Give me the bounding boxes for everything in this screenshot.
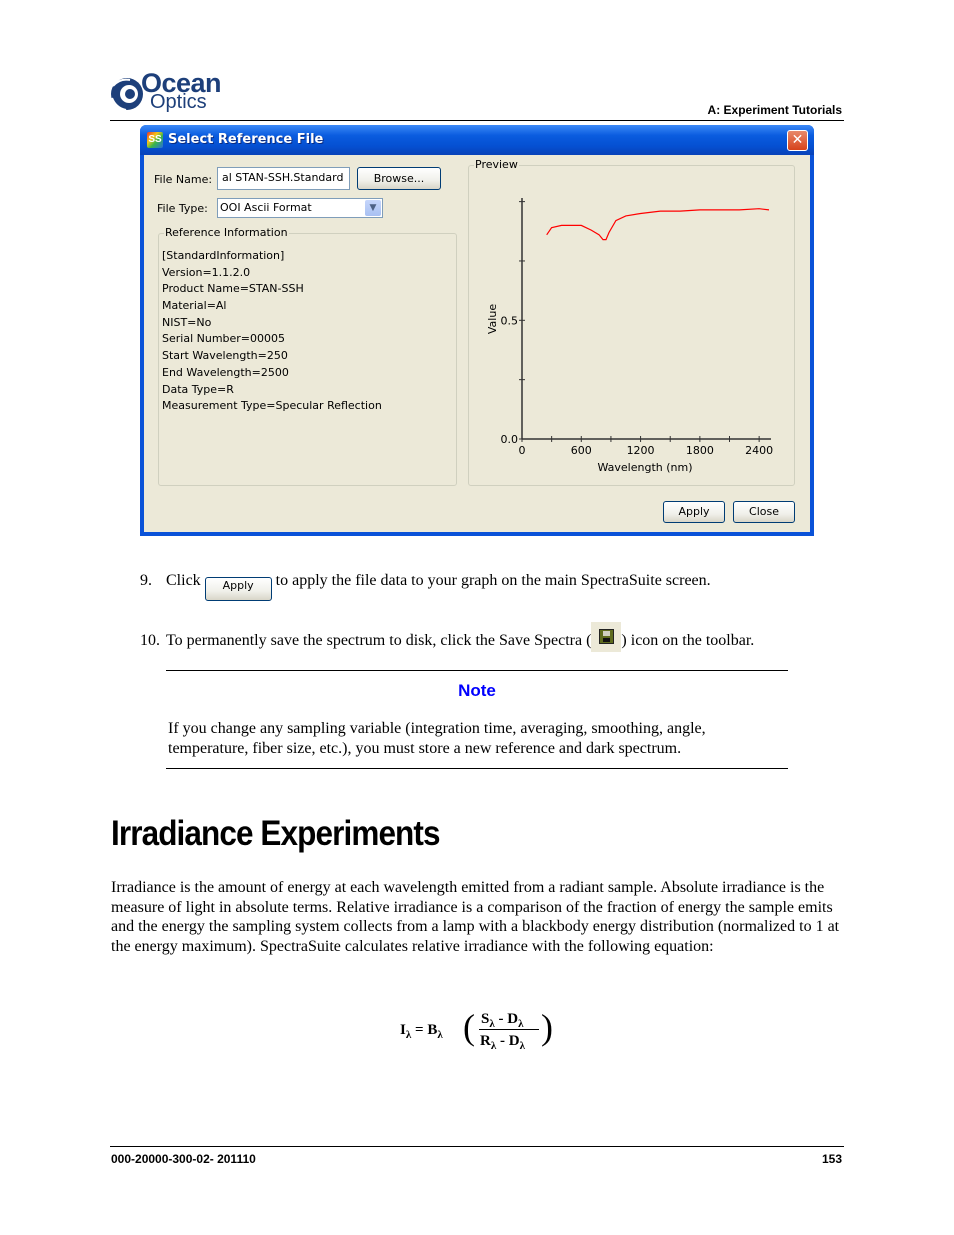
y-axis-label: Value <box>486 304 499 334</box>
step-number: 10. <box>140 632 160 649</box>
file-type-select[interactable]: OOI Ascii Format ▼ <box>217 198 383 218</box>
dialog-client-area: File Name: al STAN-SSH.Standard Browse..… <box>144 155 810 532</box>
note-bottom-rule <box>166 768 788 769</box>
ocean-optics-logo: Ocean Optics <box>110 68 230 116</box>
x-tick-label: 1800 <box>686 444 714 457</box>
x-tick-label: 1200 <box>627 444 655 457</box>
logo-swirl-icon <box>111 78 143 111</box>
preview-group: Preview 0 600 1200 1800 2400 0.0 0.5 Waveleng… <box>468 158 795 486</box>
spectrasuite-app-icon: SS <box>147 132 163 148</box>
preview-chart: 0 600 1200 1800 2400 0.00.5 Wavelength (nm) … <box>486 198 773 474</box>
close-icon[interactable]: ✕ <box>787 130 808 151</box>
x-tick-label: 0 <box>519 444 526 457</box>
select-reference-file-dialog: SS Select Reference File ✕ File Name: al… <box>140 125 814 536</box>
section-paragraph: Irradiance is the amount of energy at ea… <box>111 879 840 955</box>
file-name-field[interactable]: al STAN-SSH.Standard <box>217 167 350 190</box>
equation-lhs: Iλ = Bλ <box>400 1022 443 1041</box>
equation-numerator: Sλ - Dλ <box>481 1011 524 1030</box>
equation-denominator: Rλ - Dλ <box>480 1033 525 1052</box>
reference-info-line: [StandardInformation] <box>162 249 285 262</box>
series-line-reference <box>546 208 770 241</box>
step-10: 10. To permanently save the spectrum to … <box>140 622 754 652</box>
close-button[interactable]: Close <box>733 501 795 523</box>
browse-button[interactable]: Browse... <box>357 167 441 190</box>
section-heading: Irradiance Experiments <box>111 814 441 853</box>
dialog-titlebar[interactable]: SS Select Reference File ✕ <box>140 125 814 155</box>
section-header: A: Experiment Tutorials <box>707 103 842 117</box>
reference-information-group: Reference Information [StandardInformati… <box>158 226 457 486</box>
chevron-down-icon[interactable]: ▼ <box>365 200 381 216</box>
page-number: 153 <box>821 1152 842 1166</box>
document-number: 000-20000-300-02- 201110 <box>111 1152 256 1166</box>
right-paren: ) <box>541 1007 553 1047</box>
step-number: 9. <box>140 572 152 589</box>
file-name-label: File Name: <box>154 173 213 186</box>
reference-info-line: Measurement Type=Specular Reflection <box>162 399 382 413</box>
x-tick-label: 600 <box>571 444 592 457</box>
note-body: If you change any sampling variable (int… <box>168 720 706 757</box>
header-divider <box>110 120 844 121</box>
left-paren: ( <box>463 1007 475 1047</box>
step-text-before: Click <box>166 572 201 589</box>
save-spectra-icon <box>591 622 622 652</box>
note-top-rule <box>166 670 788 671</box>
fraction-bar <box>479 1029 539 1030</box>
file-type-value: OOI Ascii Format <box>220 201 312 214</box>
reference-info-line: Start Wavelength=250 <box>162 349 288 363</box>
apply-button[interactable]: Apply <box>663 501 725 523</box>
footer-divider <box>110 1146 844 1147</box>
step-text-before: To permanently save the spectrum to disk… <box>166 632 592 649</box>
inline-apply-button-image: Apply <box>204 577 272 601</box>
x-tick-label: 2400 <box>745 444 773 457</box>
reference-info-line: End Wavelength=2500 <box>162 365 289 379</box>
reference-info-line: NIST=No <box>162 315 212 329</box>
file-type-label: File Type: <box>157 202 208 215</box>
reference-info-list: [StandardInformation] Version=1.1.2.0 Pr… <box>162 248 382 415</box>
dialog-title: Select Reference File <box>168 132 324 147</box>
logo-optics-text: Optics <box>150 91 207 113</box>
y-tick-label: 0.5 <box>501 314 519 327</box>
reference-info-line: Material=Al <box>162 299 227 313</box>
step-text-after: ) icon on the toolbar. <box>621 632 755 649</box>
note-title: Note <box>458 681 496 700</box>
reference-info-line: Serial Number=00005 <box>162 332 286 346</box>
step-text-after: to apply the file data to your graph on … <box>275 572 711 589</box>
reference-information-title: Reference Information <box>164 226 289 239</box>
step-9: 9. Click Apply to apply the file data to… <box>140 572 711 601</box>
reference-info-line: Product Name=STAN-SSH <box>162 282 304 296</box>
reference-info-line: Data Type=R <box>162 382 234 396</box>
x-axis-label: Wavelength (nm) <box>597 461 692 474</box>
reference-info-line: Version=1.1.2.0 <box>162 265 251 279</box>
y-tick-label: 0.0 <box>501 433 519 446</box>
